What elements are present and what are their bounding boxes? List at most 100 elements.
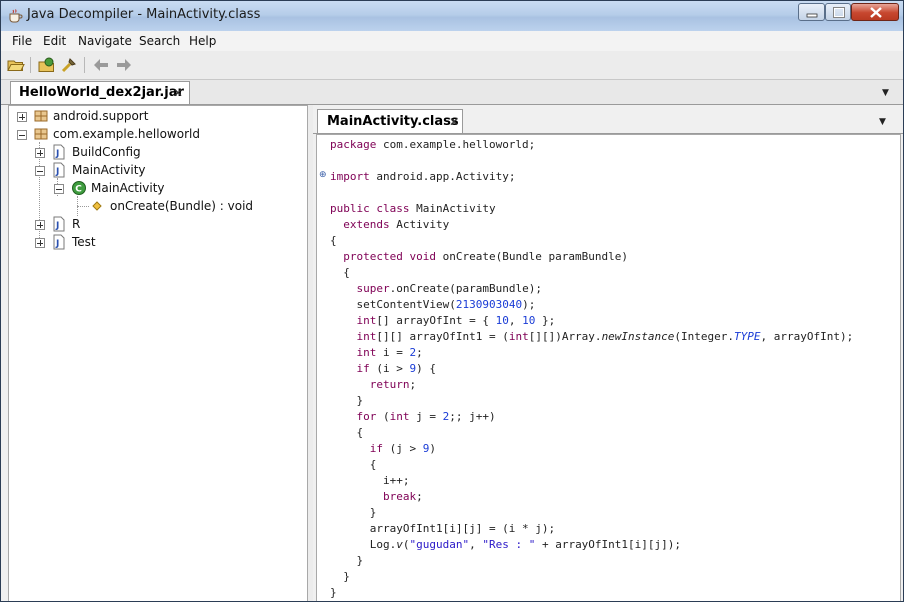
code-view[interactable]: ⊕ package com.example.helloworld; import …	[316, 134, 901, 601]
menu-edit[interactable]: Edit	[43, 34, 66, 48]
minimize-button[interactable]	[798, 3, 825, 21]
menu-search[interactable]: Search	[139, 34, 180, 48]
code-token: );	[522, 298, 536, 311]
window-title: Java Decompiler - MainActivity.class	[27, 7, 261, 22]
code-token: i++;	[330, 474, 410, 487]
code-line: }	[330, 570, 350, 586]
code-token: }	[330, 506, 377, 519]
open-file-icon[interactable]	[7, 56, 25, 74]
collapse-icon[interactable]	[17, 130, 27, 140]
code-token: (i >	[369, 362, 410, 375]
search-icon[interactable]	[60, 56, 78, 74]
forward-arrow-icon[interactable]	[115, 56, 133, 74]
code-token: int	[508, 330, 529, 343]
tree-item-test[interactable]: J Test	[9, 233, 307, 251]
tab-label: MainActivity.class	[327, 114, 459, 129]
code-token: };	[535, 314, 556, 327]
expand-icon[interactable]	[35, 220, 45, 230]
tree-item-android-support[interactable]: android.support	[9, 107, 307, 125]
close-icon	[870, 7, 882, 18]
code-line: protected void onCreate(Bundle paramBund…	[330, 250, 628, 266]
open-type-icon[interactable]	[38, 56, 56, 74]
code-line: import android.app.Activity;	[330, 170, 515, 186]
code-line: break;	[330, 490, 423, 506]
code-token: newInstance	[601, 330, 675, 343]
tree-item-mainactivity-file[interactable]: J MainActivity	[9, 161, 307, 179]
expand-icon[interactable]	[17, 112, 27, 122]
code-token: if	[356, 362, 370, 375]
code-line: public class MainActivity	[330, 202, 496, 218]
code-line: if (j > 9)	[330, 442, 436, 458]
title-bar[interactable]: Java Decompiler - MainActivity.class	[1, 1, 903, 31]
method-icon	[92, 201, 102, 211]
code-line: }	[330, 554, 363, 570]
tree-item-r[interactable]: J R	[9, 215, 307, 233]
back-arrow-icon[interactable]	[92, 56, 110, 74]
code-token: , arrayOfInt);	[760, 330, 854, 343]
code-token: {	[330, 234, 337, 247]
code-token: }	[330, 394, 364, 407]
tree-item-com-example-helloworld[interactable]: com.example.helloworld	[9, 125, 307, 143]
maximize-button[interactable]	[825, 3, 851, 21]
maximize-icon	[833, 7, 845, 18]
code-line: if (i > 9) {	[330, 362, 437, 378]
code-line: i++;	[330, 474, 410, 490]
tab-mainactivity-class[interactable]: MainActivity.class ✕	[317, 109, 463, 133]
code-token: (j >	[383, 442, 423, 455]
tab-list-menu-icon[interactable]: ▼	[879, 117, 886, 127]
menu-navigate[interactable]: Navigate	[78, 34, 132, 48]
minimize-icon	[806, 13, 818, 18]
code-line: arrayOfInt1[i][j] = (i * j);	[330, 522, 555, 538]
toolbar	[1, 51, 903, 80]
code-token: extends	[343, 218, 390, 231]
close-tab-icon[interactable]: ✕	[173, 86, 183, 100]
class-file-icon: J	[53, 162, 65, 178]
code-token: "gugudan"	[409, 538, 470, 551]
code-token: TYPE	[734, 330, 761, 343]
code-token: [] arrayOfInt = {	[376, 314, 496, 327]
tree-item-oncreate-method[interactable]: onCreate(Bundle) : void	[9, 197, 307, 215]
code-token: int	[356, 330, 377, 343]
package-icon	[34, 128, 48, 140]
code-line: }	[330, 394, 363, 410]
code-token: 10	[495, 314, 509, 327]
expand-icon[interactable]	[35, 238, 45, 248]
collapse-icon[interactable]	[35, 166, 45, 176]
code-token: ;	[416, 346, 423, 359]
package-tree: android.support com.example.helloworld J…	[8, 105, 308, 601]
svg-text:J: J	[55, 167, 59, 177]
tab-helloworld-jar[interactable]: HelloWorld_dex2jar.jar ✕	[10, 81, 190, 104]
expand-icon[interactable]	[35, 148, 45, 158]
tab-list-menu-icon[interactable]: ▼	[882, 88, 889, 98]
code-token: j =	[409, 410, 443, 423]
fold-expand-icon[interactable]: ⊕	[319, 171, 327, 180]
code-line: {	[330, 234, 337, 250]
code-token: int	[356, 314, 377, 327]
svg-text:J: J	[55, 239, 59, 249]
code-token: 2130903040	[455, 298, 523, 311]
code-line: {	[330, 458, 377, 474]
menu-file[interactable]: File	[12, 34, 32, 48]
svg-text:J: J	[55, 149, 59, 159]
code-token: }	[330, 586, 337, 599]
file-tab-bar: HelloWorld_dex2jar.jar ✕ ▼	[1, 80, 903, 105]
code-token: arrayOfInt1[i][j] = (i * j);	[330, 522, 556, 535]
code-token: MainActivity	[409, 202, 496, 215]
collapse-icon[interactable]	[54, 184, 64, 194]
tree-item-buildconfig[interactable]: J BuildConfig	[9, 143, 307, 161]
code-token: package	[330, 138, 377, 151]
code-token: ,	[508, 314, 523, 327]
coffee-cup-icon	[9, 9, 23, 23]
class-file-icon: J	[53, 234, 65, 250]
menu-help[interactable]: Help	[189, 34, 216, 48]
code-token: ;	[409, 378, 417, 391]
code-token: import	[330, 170, 370, 183]
code-token: ,	[469, 538, 483, 551]
close-tab-icon[interactable]: ✕	[449, 115, 459, 129]
tree-item-mainactivity-class[interactable]: C MainActivity	[9, 179, 307, 197]
close-button[interactable]	[851, 3, 899, 21]
